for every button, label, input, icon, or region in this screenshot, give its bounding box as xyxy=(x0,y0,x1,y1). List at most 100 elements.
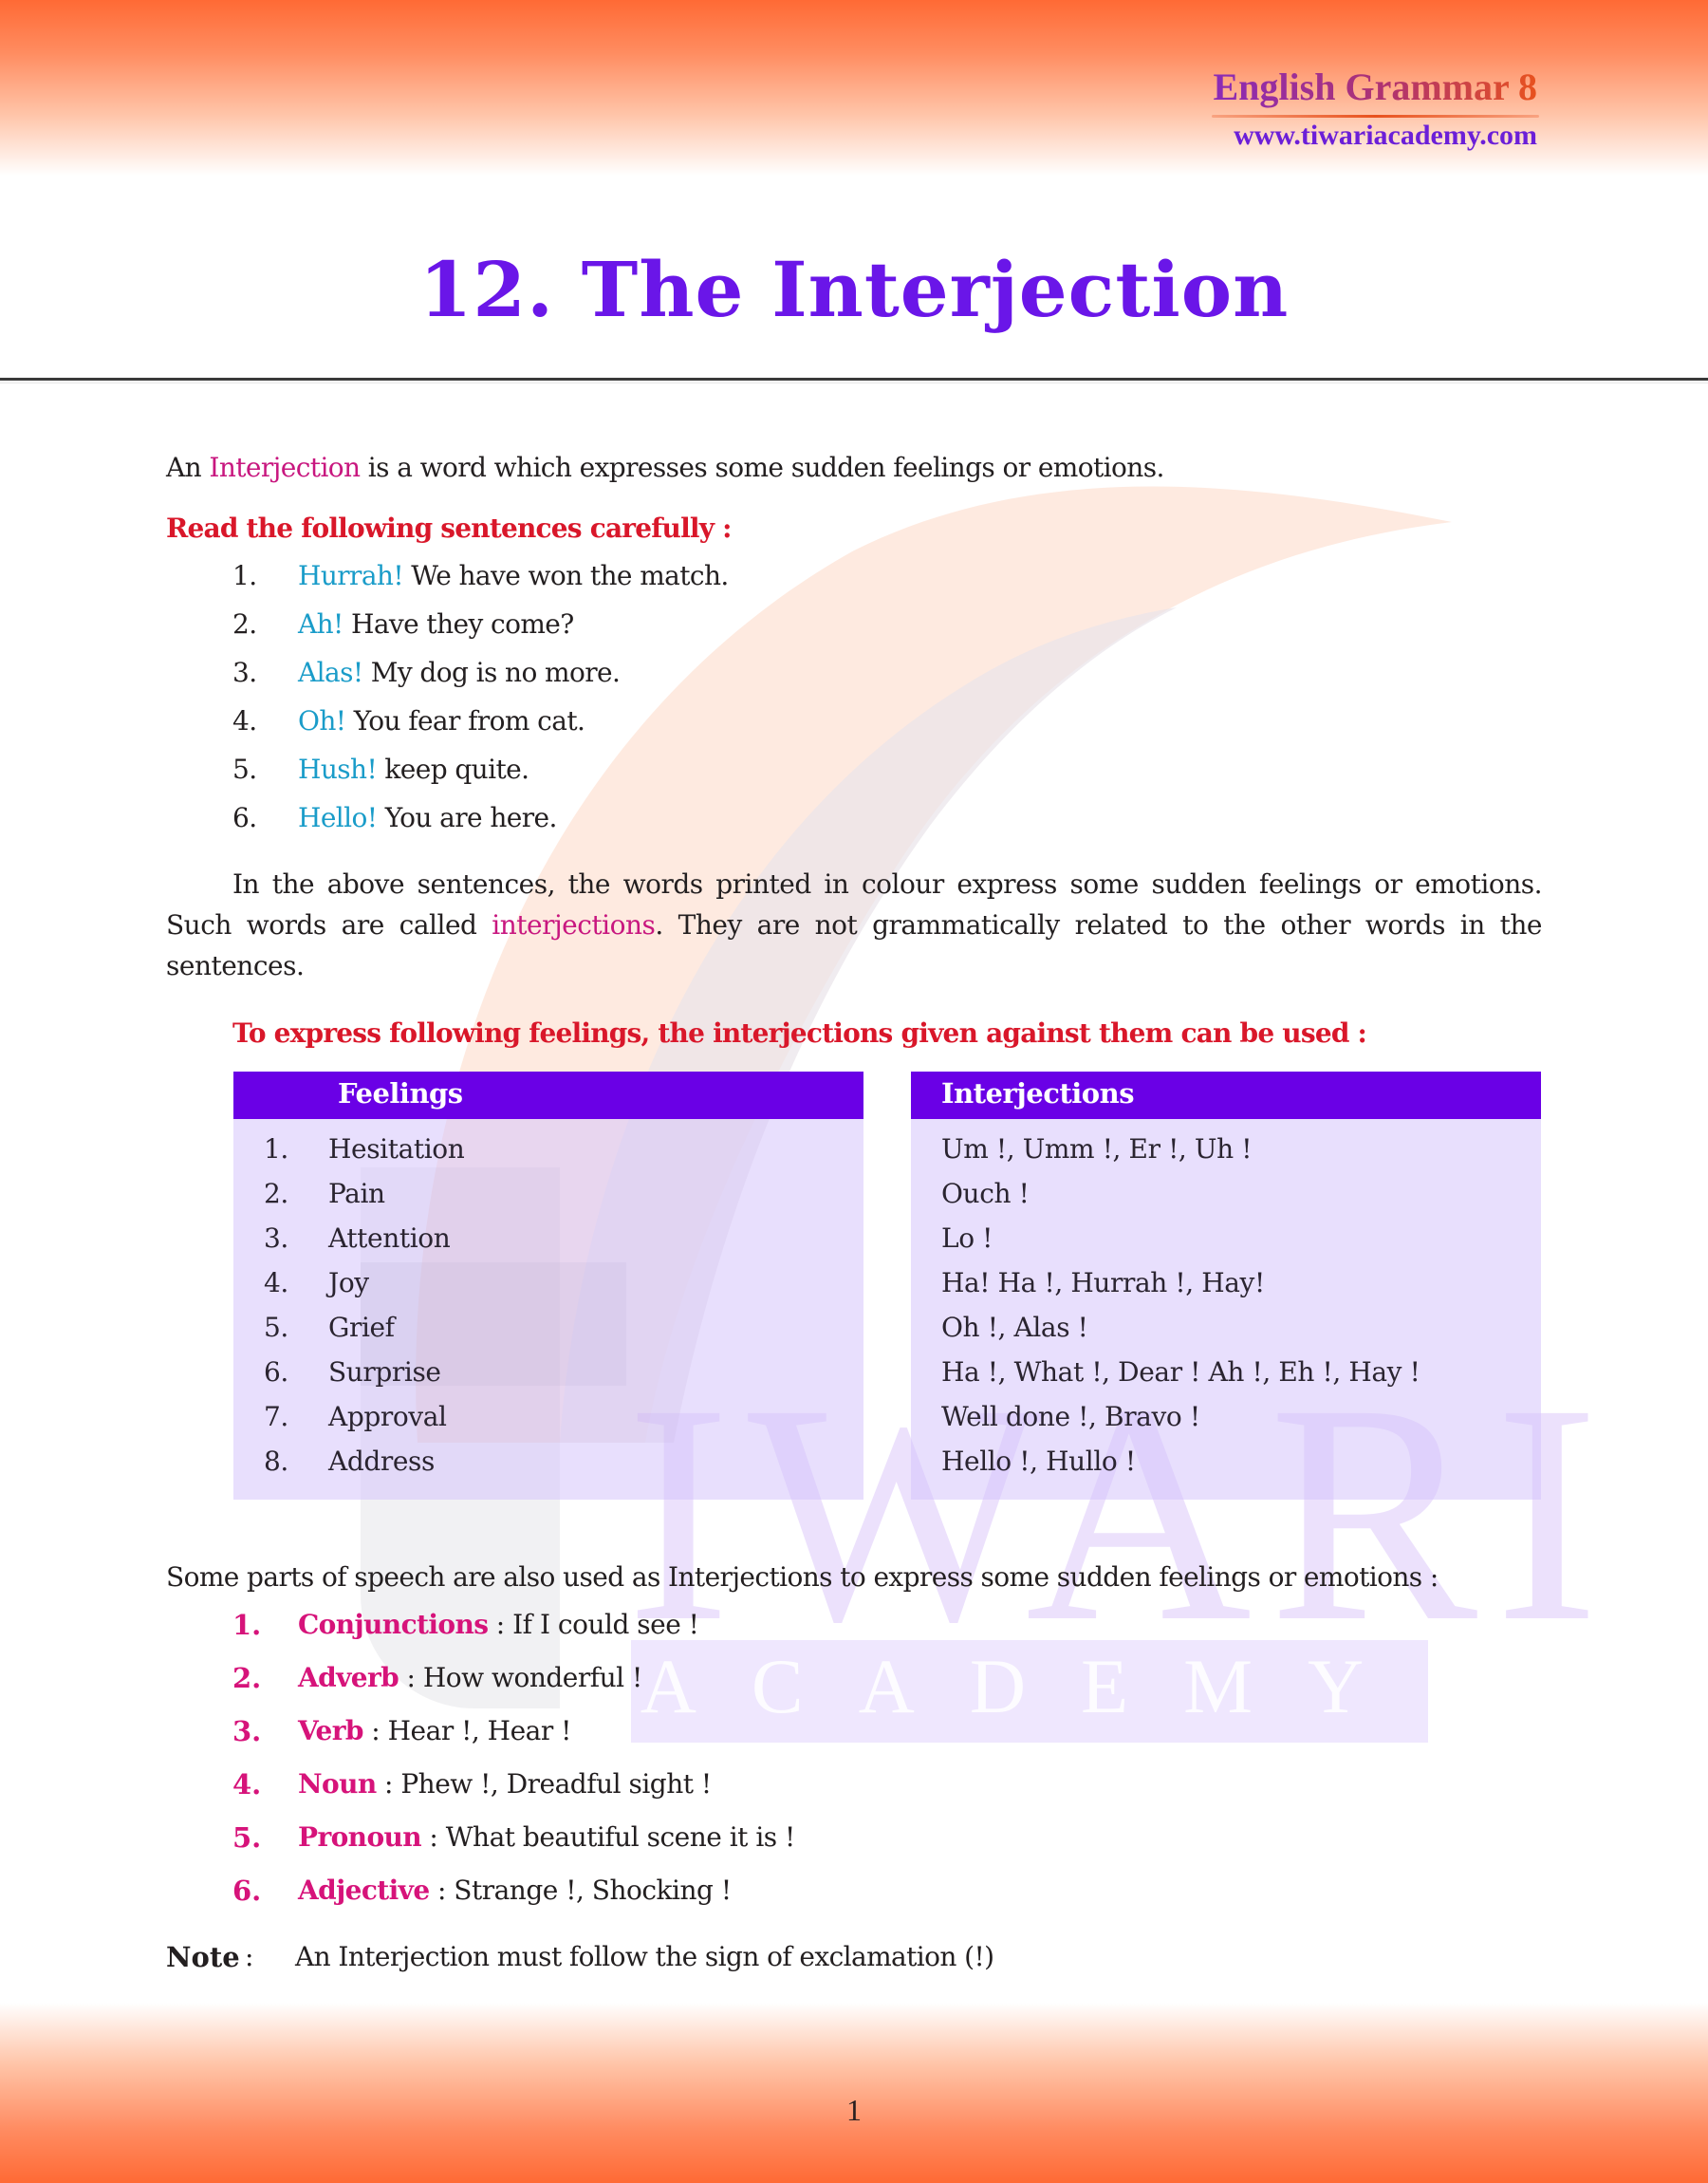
sentence-text: Hush! keep quite. xyxy=(298,754,529,785)
sentence-number: 4. xyxy=(232,705,257,737)
sentences-heading: Read the following sentences carefully : xyxy=(166,513,733,544)
part-label: Adverb xyxy=(298,1662,399,1693)
sentence-text: Hurrah! We have won the match. xyxy=(298,560,729,591)
sentence-interjection: Hello! xyxy=(298,802,378,833)
part-line: Adverb : How wonderful ! xyxy=(298,1662,642,1693)
feelings-table-header: Feelings xyxy=(233,1072,863,1119)
part-example: : If I could see ! xyxy=(488,1609,699,1640)
note-colon: : xyxy=(245,1941,254,1972)
part-line: Verb : Hear !, Hear ! xyxy=(298,1715,571,1746)
part-example: : Phew !, Dreadful sight ! xyxy=(376,1768,712,1800)
feeling-name: Surprise xyxy=(328,1356,441,1388)
part-of-speech-item: 2. Adverb : How wonderful ! xyxy=(0,1662,1708,1709)
sentence-number: 6. xyxy=(232,802,257,833)
sentence-number: 3. xyxy=(232,657,257,688)
interjections-table-header: Interjections xyxy=(911,1072,1541,1119)
intro-term: Interjection xyxy=(209,452,361,483)
title-divider xyxy=(0,378,1708,381)
part-number: 1. xyxy=(232,1609,262,1641)
sentence-rest: You are here. xyxy=(377,802,558,833)
brand-url-link[interactable]: www.tiwariacademy.com xyxy=(1234,120,1537,152)
feeling-number: 2. xyxy=(264,1178,288,1209)
note-text: An Interjection must follow the sign of … xyxy=(295,1941,994,1972)
sentence-number: 5. xyxy=(232,754,257,785)
part-of-speech-item: 3. Verb : Hear !, Hear ! xyxy=(0,1715,1708,1763)
part-of-speech-item: 6. Adjective : Strange !, Shocking ! xyxy=(0,1875,1708,1922)
feeling-name: Grief xyxy=(328,1312,395,1343)
feeling-name: Approval xyxy=(328,1401,447,1432)
parts-intro: Some parts of speech are also used as In… xyxy=(166,1561,1439,1593)
part-number: 4. xyxy=(232,1768,262,1801)
sentence-rest: My dog is no more. xyxy=(362,657,621,688)
interjection-examples: Oh !, Alas ! xyxy=(941,1312,1088,1343)
interjection-examples: Lo ! xyxy=(941,1222,993,1254)
part-of-speech-item: 1. Conjunctions : If I could see ! xyxy=(0,1609,1708,1656)
feeling-name: Pain xyxy=(328,1178,385,1209)
page-number: 1 xyxy=(846,2093,862,2127)
sentence-interjection: Hurrah! xyxy=(298,560,404,591)
explanation-paragraph: In the above sentences, the words printe… xyxy=(166,864,1543,986)
part-line: Adjective : Strange !, Shocking ! xyxy=(298,1875,732,1906)
part-label: Pronoun xyxy=(298,1821,422,1853)
sentence-text: Alas! My dog is no more. xyxy=(298,657,621,688)
feeling-number: 3. xyxy=(264,1222,288,1254)
sentence-interjection: Oh! xyxy=(298,705,346,737)
interjection-examples: Ha! Ha !, Hurrah !, Hay! xyxy=(941,1267,1265,1298)
part-label: Verb xyxy=(298,1715,364,1746)
part-line: Pronoun : What beautiful scene it is ! xyxy=(298,1821,795,1853)
part-number: 6. xyxy=(232,1875,262,1907)
part-example: : Hear !, Hear ! xyxy=(362,1715,571,1746)
page-title: 12. The Interjection xyxy=(418,245,1290,334)
part-line: Noun : Phew !, Dreadful sight ! xyxy=(298,1768,712,1800)
table-heading: To express following feelings, the inter… xyxy=(232,1017,1367,1049)
sentence-number: 1. xyxy=(232,560,257,591)
part-number: 2. xyxy=(232,1662,262,1694)
feeling-name: Hesitation xyxy=(328,1133,465,1165)
sentence-text: Ah! Have they come? xyxy=(298,608,574,640)
sentence-rest: keep quite. xyxy=(377,754,529,785)
sentence-text: Hello! You are here. xyxy=(298,802,557,833)
feeling-number: 6. xyxy=(264,1356,288,1388)
interjections-header-label: Interjections xyxy=(941,1077,1135,1110)
part-example: : How wonderful ! xyxy=(399,1662,643,1693)
part-number: 5. xyxy=(232,1821,262,1854)
feelings-header-label: Feelings xyxy=(338,1077,463,1110)
part-label: Noun xyxy=(298,1768,377,1800)
feeling-number: 4. xyxy=(264,1267,288,1298)
feelings-table: Feelings 1. Hesitation 2. Pain 3. Attention 4.… xyxy=(233,1072,863,1500)
part-of-speech-item: 5. Pronoun : What beautiful scene it is ! xyxy=(0,1821,1708,1869)
interjections-table: Interjections Um !, Umm !, Er !, Uh ! Ouc… xyxy=(911,1072,1541,1500)
interjection-examples: Ouch ! xyxy=(941,1178,1030,1209)
part-label: Conjunctions xyxy=(298,1609,489,1640)
sentence-rest: Have they come? xyxy=(343,608,574,640)
interjection-examples: Ha !, What !, Dear ! Ah !, Eh !, Hay ! xyxy=(941,1356,1420,1388)
brand-title: English Grammar 8 xyxy=(1213,65,1537,108)
intro-prefix: An xyxy=(166,452,210,483)
part-example: : Strange !, Shocking ! xyxy=(429,1875,732,1906)
feeling-number: 1. xyxy=(264,1133,288,1165)
feeling-number: 7. xyxy=(264,1401,288,1432)
title-divider-shadow xyxy=(0,382,1708,383)
sentence-interjection: Ah! xyxy=(298,608,343,640)
intro-suffix: is a word which expresses some sudden fe… xyxy=(360,452,1165,483)
part-example: : What beautiful scene it is ! xyxy=(421,1821,795,1853)
sentence-interjection: Hush! xyxy=(298,754,378,785)
sentence-number: 2. xyxy=(232,608,257,640)
sentence-text: Oh! You fear from cat. xyxy=(298,705,585,737)
feeling-number: 5. xyxy=(264,1312,288,1343)
sentence-interjection: Alas! xyxy=(298,657,363,688)
note-label: Note xyxy=(166,1941,240,1973)
feeling-name: Address xyxy=(328,1446,435,1477)
part-label: Adjective xyxy=(298,1875,430,1906)
part-line: Conjunctions : If I could see ! xyxy=(298,1609,699,1640)
brand-divider xyxy=(1212,115,1539,118)
part-of-speech-item: 4. Noun : Phew !, Dreadful sight ! xyxy=(0,1768,1708,1816)
intro-definition: An Interjection is a word which expresse… xyxy=(166,452,1164,483)
interjection-examples: Hello !, Hullo ! xyxy=(941,1446,1136,1477)
sentence-rest: We have won the match. xyxy=(403,560,729,591)
explanation-term: interjections xyxy=(492,909,656,941)
sentence-rest: You fear from cat. xyxy=(345,705,585,737)
feeling-number: 8. xyxy=(264,1446,288,1477)
feeling-name: Attention xyxy=(328,1222,451,1254)
interjection-examples: Um !, Umm !, Er !, Uh ! xyxy=(941,1133,1253,1165)
